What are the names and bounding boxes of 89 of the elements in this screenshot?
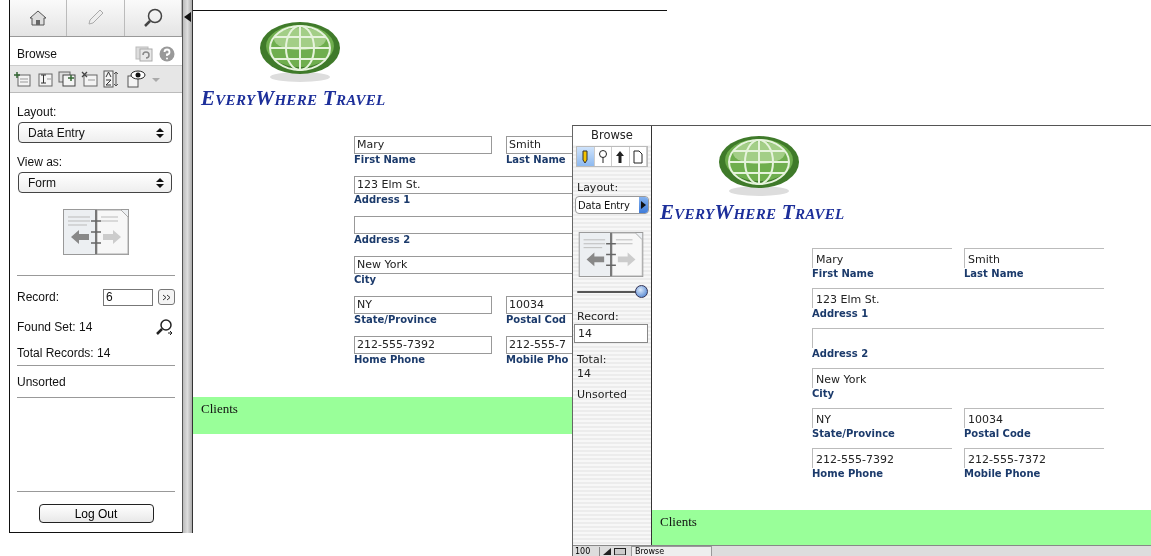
layout-label: Layout:	[17, 105, 58, 119]
window-icon[interactable]	[614, 547, 626, 555]
duplicate-icon[interactable]	[58, 71, 76, 87]
field-label: Address 2	[354, 234, 412, 246]
document-x-icon[interactable]	[81, 71, 98, 87]
document-cursor-icon[interactable]	[36, 71, 53, 87]
view-as-select[interactable]: Form	[18, 172, 172, 193]
house-icon	[29, 10, 48, 26]
pin-icon	[597, 149, 608, 164]
refresh-icon[interactable]	[135, 46, 153, 62]
stepper-icon	[155, 176, 165, 189]
text-field[interactable]: Mary	[354, 136, 492, 154]
sort-icon[interactable]	[103, 70, 121, 88]
field-label: City	[812, 388, 836, 400]
help-icon[interactable]	[159, 46, 175, 62]
sort-status-text: Unsorted	[17, 375, 67, 389]
total-label: Total:	[577, 353, 608, 366]
field-label: State/Province	[812, 428, 896, 440]
footer-label: Clients	[201, 401, 238, 416]
text-field[interactable]: New York	[812, 368, 1104, 388]
text-field[interactable]: NY	[354, 296, 492, 314]
globe-logo-icon	[718, 135, 800, 197]
brand-title: EveryWhere Travel	[660, 201, 846, 223]
found-set-text: Found Set: 14	[17, 320, 93, 334]
field-label: Home Phone	[812, 468, 885, 480]
brand-title: EveryWhere Travel	[201, 87, 387, 109]
field-label: First Name	[354, 154, 417, 166]
splitter-bar[interactable]	[182, 0, 193, 533]
text-field[interactable]: 212-555-7392	[812, 448, 952, 468]
layout-select[interactable]: Data Entry	[18, 122, 172, 143]
zoom-level[interactable]: 100	[573, 546, 600, 556]
double-chevron-icon	[162, 293, 171, 301]
field-label: Last Name	[964, 268, 1025, 280]
field-label: First Name	[812, 268, 875, 280]
field-label: Postal Cod	[506, 314, 567, 326]
mode-tab[interactable]: Browse	[631, 546, 712, 556]
text-field[interactable]: Smith	[964, 248, 1104, 268]
mode-label: Browse	[17, 47, 57, 61]
mountain-icon[interactable]	[603, 547, 611, 555]
record-label: Record:	[17, 290, 61, 304]
field-label: Last Name	[506, 154, 567, 166]
text-field[interactable]: 212-555-7392	[354, 336, 492, 354]
log-out-button[interactable]: Log Out	[38, 504, 154, 523]
search-icon	[142, 8, 163, 28]
total-records-text: Total Records: 14	[17, 346, 112, 360]
slider-thumb[interactable]	[635, 285, 648, 298]
page-icon	[632, 149, 643, 164]
sort-status-text: Unsorted	[577, 388, 629, 401]
eye-icon[interactable]	[126, 70, 146, 88]
field-label: Postal Code	[964, 428, 1032, 440]
mode-label: Browse	[573, 126, 651, 145]
book-icon[interactable]	[578, 232, 644, 277]
field-label: Mobile Pho	[506, 354, 570, 366]
record-field[interactable]: 14	[574, 324, 648, 343]
record-field[interactable]: 6	[103, 288, 153, 306]
triangle-icon	[641, 201, 646, 209]
footer-label: Clients	[660, 514, 697, 529]
text-field[interactable]	[354, 216, 572, 234]
stepper-icon	[155, 126, 165, 139]
field-label: State/Province	[354, 314, 438, 326]
field-label: Address 1	[812, 308, 870, 320]
text-field[interactable]: 123 Elm St.	[354, 176, 572, 194]
text-field[interactable]: NY	[812, 408, 952, 428]
field-label: City	[354, 274, 378, 286]
field-label: Address 1	[354, 194, 412, 206]
arrow-icon	[615, 149, 626, 164]
triangle-icon[interactable]	[184, 12, 191, 22]
globe-logo-icon	[259, 21, 341, 83]
text-field[interactable]: New York	[354, 256, 572, 274]
field-label: Address 2	[812, 348, 870, 360]
text-field[interactable]: 212-555-7372	[964, 448, 1104, 468]
field-label: Home Phone	[354, 354, 427, 366]
text-field[interactable]: 10034	[964, 408, 1104, 428]
layout-label: Layout:	[577, 181, 620, 194]
record-slider[interactable]	[577, 285, 647, 299]
total-value: 14	[577, 367, 592, 380]
view-as-label: View as:	[17, 155, 64, 169]
text-field[interactable]: Mary	[812, 248, 952, 268]
pencil-icon	[86, 9, 105, 27]
text-field[interactable]: 123 Elm St.	[812, 288, 1104, 308]
record-label: Record:	[577, 310, 620, 323]
book-icon[interactable]	[63, 209, 129, 255]
pencil-icon	[581, 149, 590, 164]
text-field[interactable]	[812, 328, 1104, 348]
layout-popup[interactable]: Data Entry	[575, 196, 649, 214]
magnifier-arrow-icon[interactable]	[156, 318, 174, 336]
field-label: Mobile Phone	[964, 468, 1042, 480]
go-button[interactable]	[158, 289, 175, 305]
document-plus-icon[interactable]	[14, 71, 31, 87]
